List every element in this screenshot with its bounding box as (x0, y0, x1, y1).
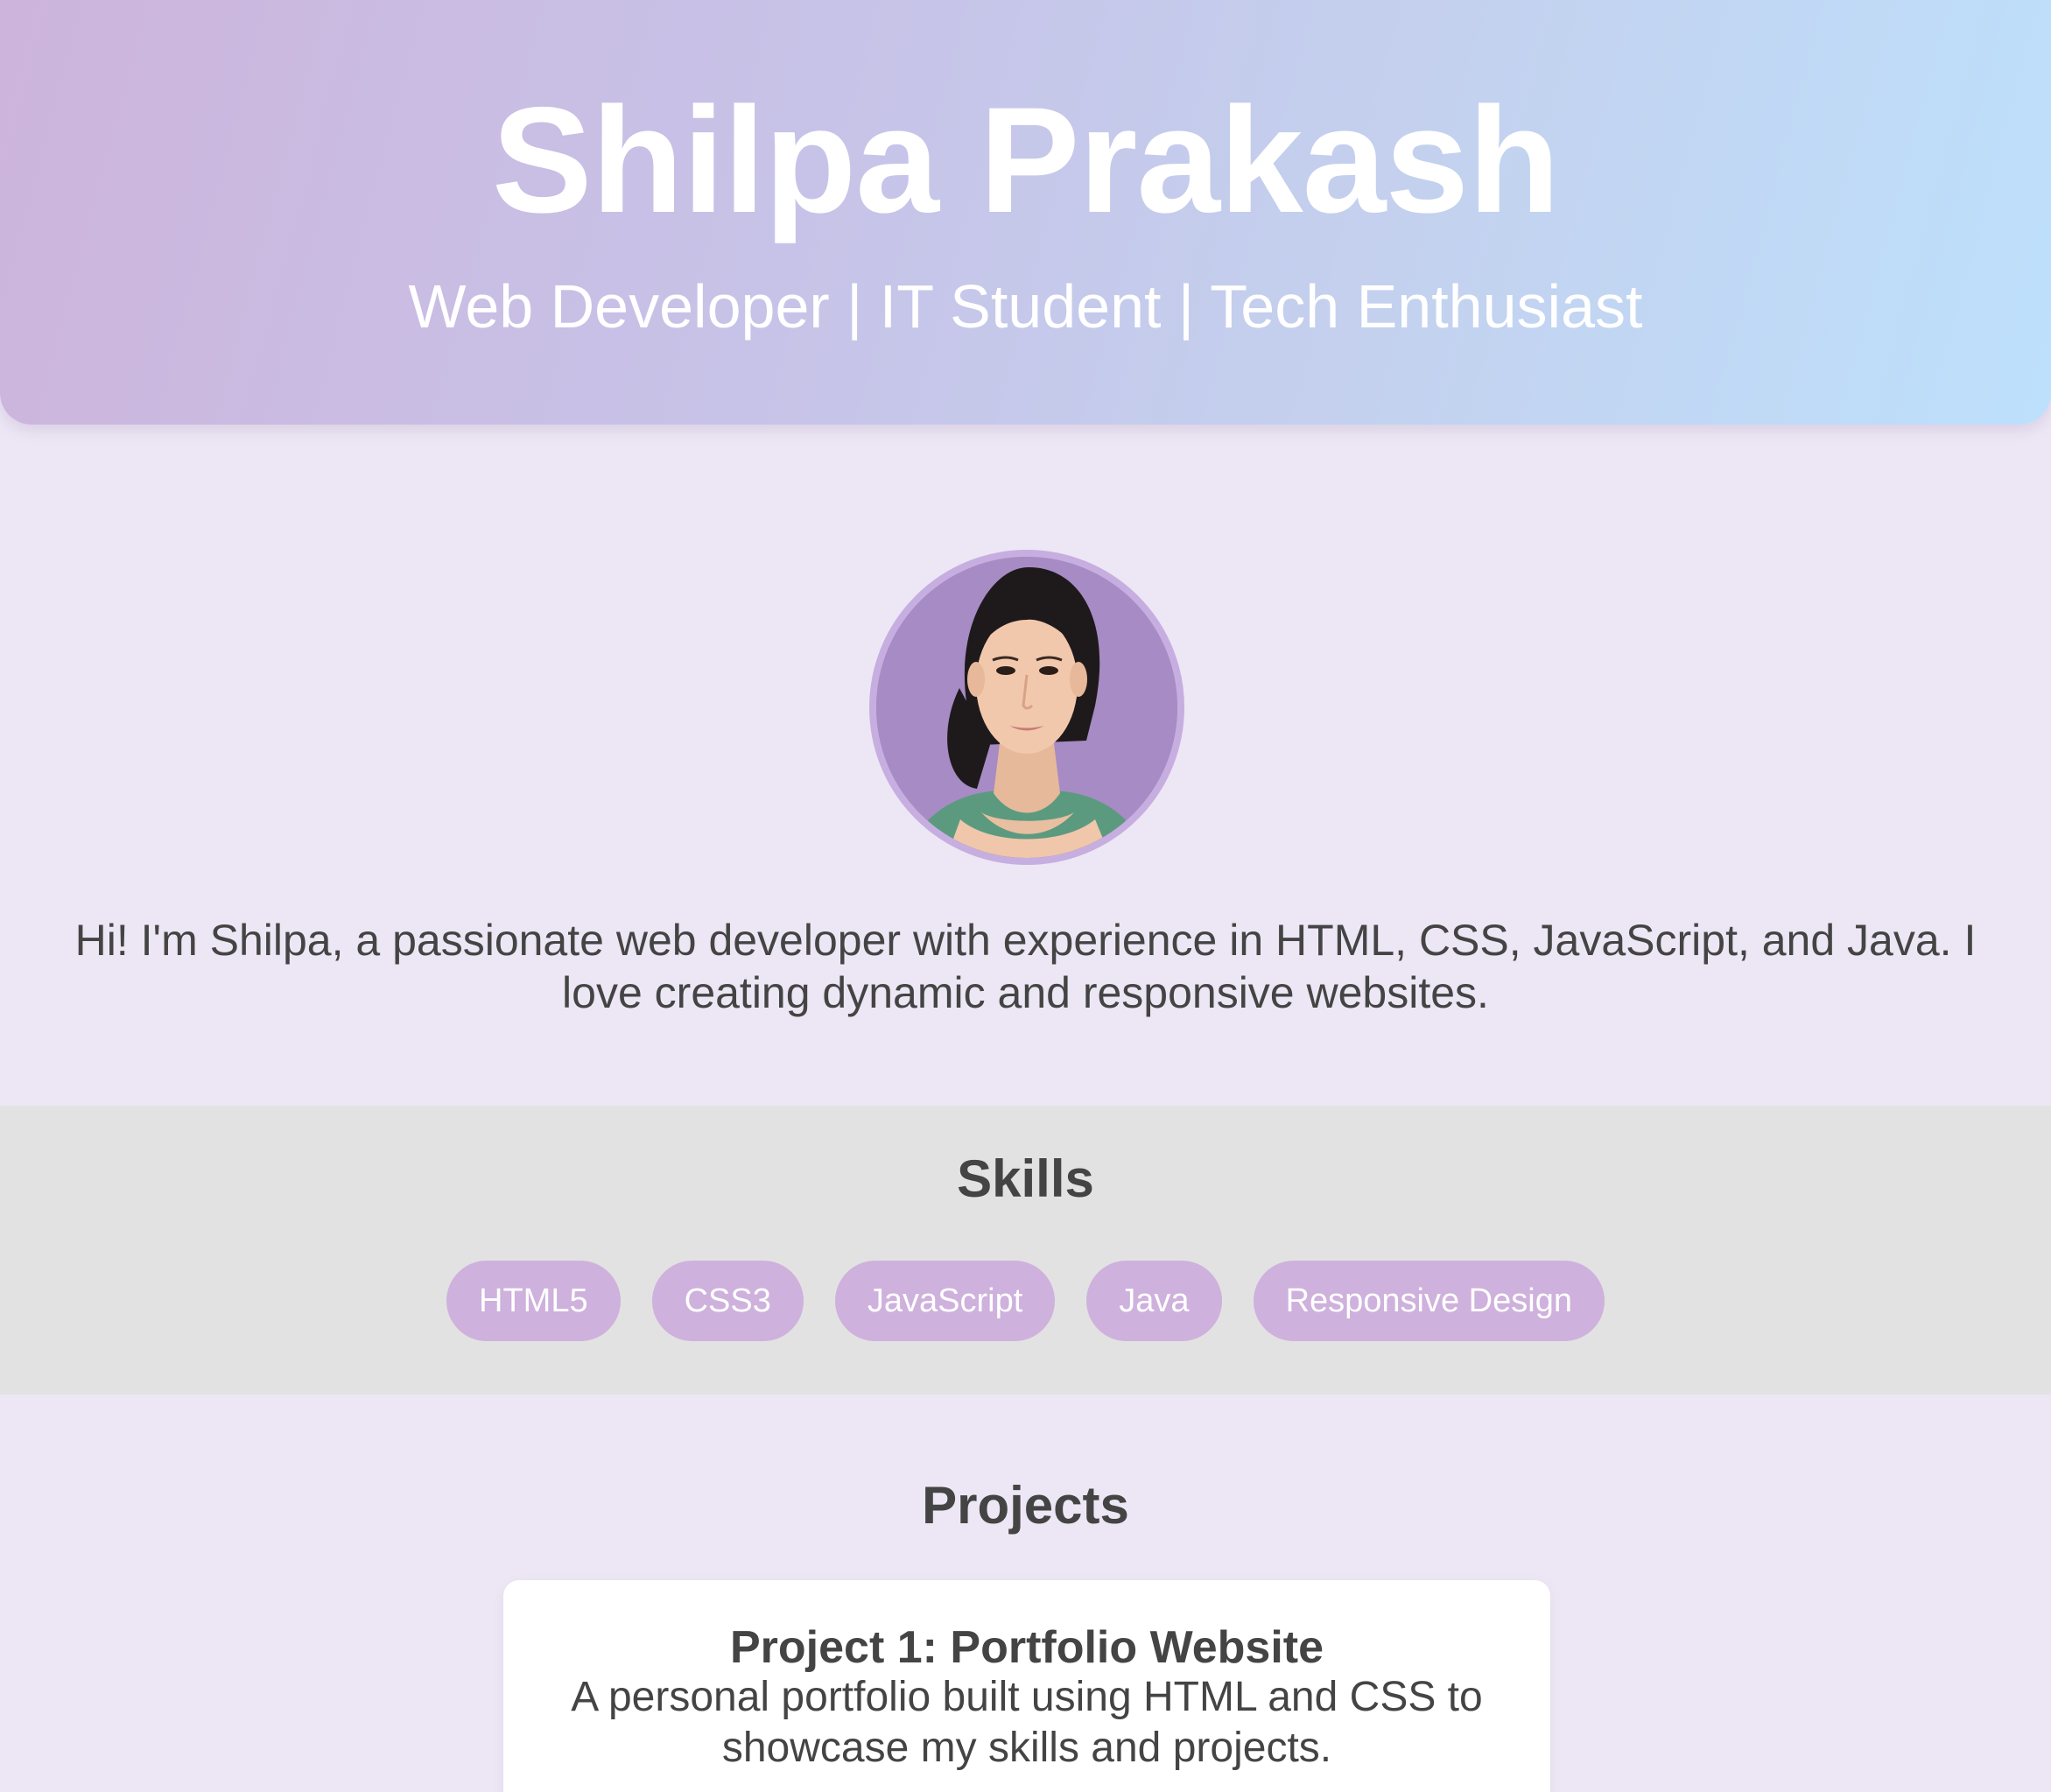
skill-badge-css3: CSS3 (651, 1261, 804, 1341)
projects-heading: Projects (922, 1476, 1129, 1535)
about-text: Hi! I'm Shilpa, a passionate web develop… (74, 916, 1977, 1017)
skills-section: Skills HTML5 CSS3 JavaScript Java Respon… (0, 1106, 2051, 1395)
project-card: Project 1: Portfolio Website A personal … (503, 1580, 1550, 1792)
skill-badge-java: Java (1086, 1261, 1222, 1341)
profile-photo (876, 557, 1177, 858)
skill-badge-javascript: JavaScript (834, 1261, 1056, 1341)
skills-heading: Skills (957, 1149, 1094, 1208)
page-title: Shilpa Prakash (491, 76, 1560, 244)
avatar (869, 550, 1184, 865)
header-banner: Shilpa Prakash Web Developer | IT Studen… (0, 0, 2051, 425)
project-description: A personal portfolio built using HTML an… (571, 1674, 1483, 1771)
project-title: Project 1: Portfolio Website (729, 1622, 1324, 1673)
skill-badge-html5: HTML5 (446, 1261, 621, 1341)
skill-badge-responsive-design: Responsive Design (1253, 1261, 1605, 1341)
tagline: Web Developer | IT Student | Tech Enthus… (408, 272, 1643, 341)
skill-list: HTML5 CSS3 JavaScript Java Responsive De… (0, 1261, 2051, 1341)
